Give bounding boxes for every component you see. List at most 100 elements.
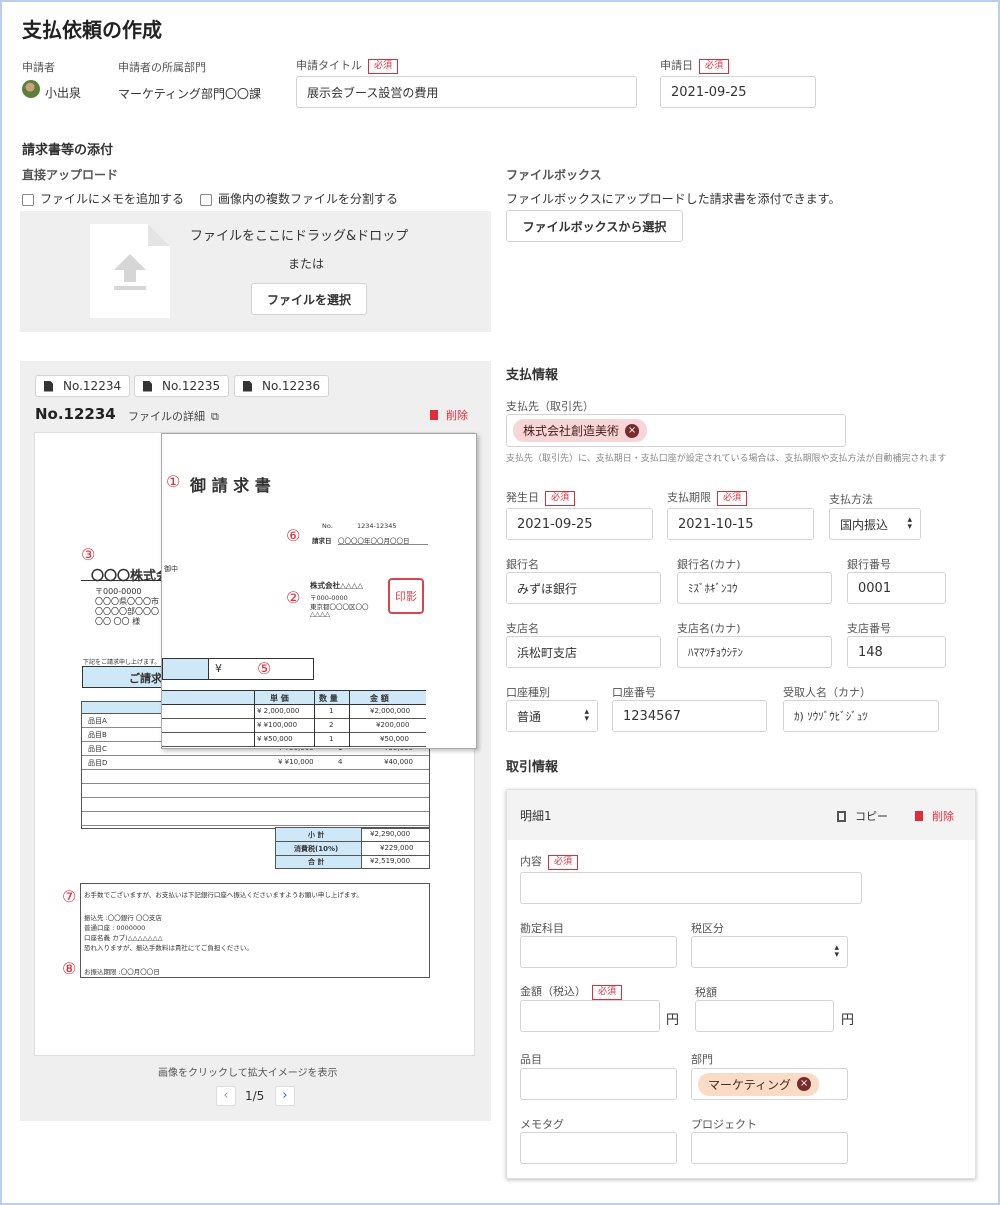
branch-kana-input[interactable]: ﾊﾏﾏﾂﾁｮｳｼﾃﾝ	[677, 636, 832, 668]
memo-tag-input[interactable]	[520, 1132, 677, 1164]
tax-category-select[interactable]: ▴ ▾	[691, 936, 848, 968]
payee-note: 支払先（取引先）に、支払期日・支払口座が設定されている場合は、支払期限や支払方法…	[506, 454, 947, 464]
copy-label: コピー	[855, 810, 888, 823]
filebox-select-button[interactable]: ファイルボックスから選択	[506, 210, 683, 242]
content-input[interactable]	[520, 872, 862, 904]
next-page-button[interactable]: ›	[275, 1086, 295, 1106]
back-company: 〇〇〇株式会	[91, 569, 170, 584]
note-3: 普通口座 : 0000000	[84, 924, 146, 932]
totals-row-lines	[276, 855, 429, 856]
occurrence-label-text: 発生日	[506, 491, 539, 504]
project-input[interactable]	[691, 1132, 848, 1164]
item-input[interactable]	[520, 1068, 677, 1100]
date-label-text: 申請日	[660, 59, 693, 72]
account-no-label: 口座番号	[612, 686, 656, 699]
col-line	[254, 691, 255, 747]
title-label-text: 申請タイトル	[296, 59, 362, 72]
tax-amount-label: 税額	[695, 986, 717, 999]
remove-icon[interactable]: ×	[797, 1077, 812, 1091]
method-value: 国内振込	[840, 517, 889, 532]
account-title-label: 勘定科目	[520, 922, 564, 935]
select-arrows-icon: ▴ ▾	[907, 515, 912, 532]
applicant-name: 小出泉	[45, 86, 82, 100]
method-label: 支払方法	[829, 493, 873, 506]
trash-icon	[915, 811, 923, 821]
document-icon	[143, 380, 152, 392]
file-tab-12234[interactable]: No.12234	[35, 375, 131, 397]
issuer-name: 株式会社△△△△	[310, 581, 364, 590]
dept-input[interactable]: マーケティング ×	[691, 1068, 848, 1100]
date-input[interactable]: 2021-09-25	[660, 76, 816, 108]
account-type-select[interactable]: 普通 ▴ ▾	[506, 700, 598, 732]
copy-button[interactable]: コピー	[837, 808, 888, 824]
amount-label-text: 金額（税込）	[520, 985, 586, 998]
file-tab-label: No.12235	[162, 379, 221, 393]
copy-icon	[837, 811, 846, 822]
yen-box-shade	[163, 659, 209, 679]
select-file-button[interactable]: ファイルを選択	[251, 283, 367, 315]
file-tab-label: No.12234	[63, 379, 122, 393]
bank-no-input[interactable]: 0001	[847, 572, 946, 604]
file-details-label: ファイルの詳細	[128, 410, 205, 423]
occurrence-date-input[interactable]: 2021-09-25	[506, 508, 653, 540]
branch-no-input[interactable]: 148	[847, 636, 946, 668]
tax-amount-input[interactable]	[695, 1000, 834, 1032]
content-label-text: 内容	[520, 855, 542, 868]
file-details-link[interactable]: ファイルの詳細 ⧉	[128, 408, 219, 424]
required-badge: 必須	[368, 58, 399, 74]
item-d-price: ¥ ¥10,000	[278, 758, 314, 766]
recipient-input[interactable]: ｶ) ｿｳｿﾞｳﾋﾞｼﾞｭﾂ	[783, 700, 939, 732]
prev-page-button[interactable]: ‹	[216, 1086, 236, 1106]
total-label: 合 計	[308, 858, 325, 866]
marker-6: ⑥	[286, 526, 301, 545]
due-label: 支払期限 必須	[667, 489, 748, 506]
required-badge: 必須	[545, 490, 576, 506]
due-date-input[interactable]: 2021-10-15	[667, 508, 814, 540]
totals-row-lines	[276, 841, 429, 842]
document-icon	[243, 380, 252, 392]
marker-3: ③	[81, 545, 96, 564]
account-title-input[interactable]	[520, 936, 677, 968]
bank-kana-input[interactable]: ﾐｽﾞﾎｷﾞﾝｺｳ	[677, 572, 832, 604]
bank-no-label: 銀行番号	[847, 558, 891, 571]
invoice-no-label: No.	[322, 522, 333, 530]
onchu-label: 御中	[164, 565, 178, 573]
file-delete-button[interactable]: 削除	[430, 407, 468, 423]
method-select[interactable]: 国内振込 ▴ ▾	[829, 508, 921, 540]
direct-upload-title: 直接アップロード	[22, 168, 119, 182]
totals-table: 小 計 ¥2,290,000 消費税(10%) ¥229,000 合 計 ¥2,…	[275, 827, 430, 869]
yen-box: ¥ ⑤	[162, 658, 314, 680]
split-option[interactable]: 画像内の複数ファイルを分割する	[200, 190, 398, 207]
row2-price: ¥ ¥100,000	[257, 721, 298, 729]
current-file-number: No.12234	[35, 405, 116, 423]
split-checkbox[interactable]	[200, 193, 212, 206]
invoice-no-value: 1234-12345	[357, 522, 397, 530]
row2-qty: 2	[329, 721, 334, 729]
invoice-image[interactable]: ③ 〇〇〇株式会 〒000-0000 〇〇〇県〇〇〇市 〇〇〇〇部〇〇〇 〇〇 …	[34, 432, 477, 1056]
quantity-header: 数 量	[319, 694, 338, 703]
file-tab-12236[interactable]: No.12236	[234, 375, 330, 397]
detail-delete-button[interactable]: 削除	[915, 808, 954, 824]
marker-8: ⑧	[62, 959, 77, 978]
marker-5: ⑤	[257, 659, 272, 678]
due-label-text: 支払期限	[667, 491, 711, 504]
title-input[interactable]: 展示会ブース設営の費用	[296, 76, 637, 108]
remove-icon[interactable]: ×	[625, 423, 640, 438]
memo-checkbox[interactable]	[22, 193, 34, 206]
row1-amount: ¥2,000,000	[370, 707, 411, 715]
request-note: 下記をご請求申し上げます。	[83, 659, 161, 666]
row1-price: ¥ 2,000,000	[257, 707, 300, 715]
item-d-name: 品目D	[88, 759, 108, 767]
detail-delete-label: 削除	[932, 810, 954, 823]
request-box: ご請求	[82, 666, 164, 688]
bank-input[interactable]: みずほ銀行	[506, 572, 661, 604]
payee-input[interactable]: 株式会社創造美術 ×	[506, 414, 846, 447]
file-tab-12235[interactable]: No.12235	[134, 375, 230, 397]
account-no-input[interactable]: 1234567	[612, 700, 767, 732]
branch-input[interactable]: 浜松町支店	[506, 636, 661, 668]
memo-option[interactable]: ファイルにメモを追加する	[22, 190, 184, 207]
yen-symbol: ¥	[215, 662, 222, 675]
marker-2: ②	[286, 588, 301, 607]
preview-hint: 画像をクリックして拡大イメージを表示	[158, 1068, 338, 1079]
amount-input[interactable]	[520, 1000, 660, 1032]
